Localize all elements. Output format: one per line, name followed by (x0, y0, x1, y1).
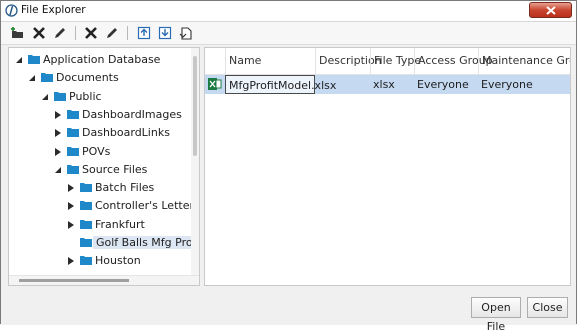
collapse-arrow-icon[interactable] (15, 56, 23, 64)
cell-maintenance-group: Everyone (481, 78, 533, 91)
file-grid-panel: Name Description File Type Access Group … (204, 47, 571, 286)
expand-arrow-icon[interactable] (67, 202, 75, 211)
column-header-file-type[interactable]: File Type (370, 48, 421, 74)
tree-node-label: Documents (56, 71, 119, 85)
add-folder-icon[interactable] (10, 25, 26, 41)
tree-node-label: Controller's Letters (95, 199, 200, 213)
tree-node-label: Batch Files (95, 181, 155, 195)
expand-arrow-icon[interactable] (67, 220, 75, 229)
toolbar (1, 22, 576, 45)
toolbar-separator (127, 26, 128, 40)
title-bar: File Explorer (1, 1, 576, 22)
column-header-name[interactable]: Name (225, 48, 315, 74)
folder-icon (80, 256, 92, 266)
folder-icon (67, 109, 79, 119)
tree-node-selected[interactable]: Golf Balls Mfg Profit (9, 234, 199, 252)
tree-node-label: Source Files (82, 162, 148, 176)
window-close-button[interactable] (529, 2, 572, 18)
tree-node[interactable]: Frankfurt (9, 216, 192, 234)
column-header-access-group[interactable]: Access Group (414, 48, 493, 74)
close-button[interactable]: Close (527, 297, 568, 318)
tree-node-label: Houston (95, 254, 141, 268)
tree-node[interactable]: Controller's Letters (9, 197, 199, 215)
tree-node-label: Application Database (43, 53, 161, 66)
cell-file-type: xlsx (373, 78, 395, 91)
tree-node-label: DashboardImages (82, 107, 182, 121)
edit-file-icon[interactable] (104, 25, 120, 41)
extract-icon[interactable] (178, 25, 194, 41)
database-icon (28, 55, 40, 64)
tree-horizontal-scrollbar[interactable] (9, 275, 199, 285)
folder-icon (80, 201, 92, 211)
app-logo-icon (5, 4, 18, 17)
folder-icon (80, 183, 92, 193)
expand-arrow-icon[interactable] (54, 147, 62, 156)
tree-node-label: POVs (82, 144, 111, 158)
cell-name[interactable]: MfgProfitModel.xlsx (225, 75, 336, 94)
folder-tree-panel[interactable]: Application Database Documents Public Dashb… (8, 47, 200, 286)
tree-node[interactable]: Public (9, 88, 192, 106)
tree-node[interactable]: POVs (9, 143, 192, 161)
download-icon[interactable] (157, 25, 173, 41)
open-file-button[interactable]: Open File (471, 297, 521, 333)
rename-folder-icon[interactable] (52, 25, 68, 41)
tree-node[interactable]: Application Database (9, 51, 192, 69)
delete-file-icon[interactable] (83, 25, 99, 41)
collapse-arrow-icon[interactable] (54, 166, 62, 174)
tree-node[interactable]: DashboardImages (9, 106, 192, 124)
tree-node-label: Public (69, 89, 102, 103)
tree-node[interactable]: DashboardLinks (9, 124, 192, 142)
scrollbar-thumb[interactable] (193, 56, 197, 156)
close-icon (546, 6, 556, 15)
folder-icon (41, 73, 53, 83)
expand-arrow-icon[interactable] (54, 110, 62, 119)
dialog-button-bar: Open File Close (1, 288, 576, 333)
file-explorer-window: File Explorer Application Database Docum… (0, 0, 577, 333)
column-header-description[interactable]: Description (315, 48, 382, 74)
collapse-arrow-icon[interactable] (28, 74, 36, 82)
column-header-maintenance-group[interactable]: Maintenance Group (478, 48, 570, 74)
excel-file-icon (208, 78, 222, 90)
folder-icon (67, 164, 79, 174)
toolbar-separator (75, 26, 76, 40)
expand-arrow-icon[interactable] (54, 129, 62, 138)
cell-description (315, 75, 370, 94)
tree-node-label: Frankfurt (95, 217, 145, 231)
window-title: File Explorer (21, 4, 86, 16)
tree-node[interactable]: Houston (9, 252, 192, 270)
collapse-arrow-icon[interactable] (41, 93, 49, 101)
folder-icon (80, 219, 92, 229)
tree-node-label: DashboardLinks (82, 126, 170, 140)
tree-node-label: Golf Balls Mfg Profit (93, 236, 199, 249)
tree-vertical-scrollbar[interactable] (191, 48, 199, 276)
grid-header: Name Description File Type Access Group … (205, 48, 570, 75)
tree-node[interactable]: Documents (9, 69, 192, 87)
tree-node[interactable]: Batch Files (9, 179, 192, 197)
table-row[interactable]: MfgProfitModel.xlsx xlsx Everyone Everyo… (205, 75, 570, 94)
upload-icon[interactable] (136, 25, 152, 41)
tree-node[interactable]: Source Files (9, 161, 192, 179)
expand-arrow-icon[interactable] (67, 184, 75, 193)
expand-arrow-icon[interactable] (67, 257, 75, 266)
folder-icon (67, 128, 79, 138)
folder-icon (80, 238, 92, 247)
folder-icon (54, 91, 66, 101)
folder-icon (67, 146, 79, 156)
cell-access-group: Everyone (417, 78, 469, 91)
delete-folder-icon[interactable] (31, 25, 47, 41)
scrollbar-thumb[interactable] (19, 279, 129, 282)
